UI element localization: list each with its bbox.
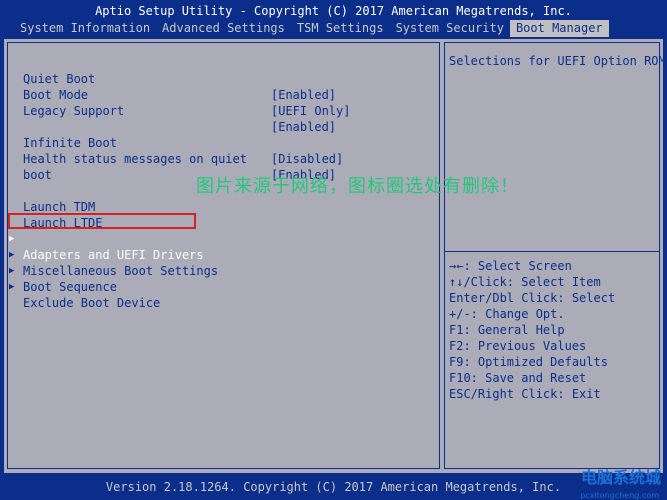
launch-tdm[interactable]: Launch TDM: [8, 183, 95, 214]
setting-label: Health status messages on quiet: [23, 152, 247, 166]
submenu-misc-boot-settings[interactable]: ▶ Miscellaneous Boot Settings: [8, 231, 218, 278]
setting-legacy-support[interactable]: Legacy Support [Enabled]: [8, 87, 336, 134]
window-title: Aptio Setup Utility - Copyright (C) 2017…: [0, 0, 667, 20]
settings-panel: Quiet Boot [Enabled] Boot Mode [UEFI Onl…: [7, 42, 440, 469]
setting-quiet-boot[interactable]: Quiet Boot [Enabled]: [8, 55, 336, 102]
setting-value[interactable]: [UEFI Only]: [271, 103, 350, 119]
watermark-url: pcxitongcheng.com: [580, 491, 659, 500]
setting-label: Legacy Support: [23, 104, 125, 118]
setting-infinite-boot[interactable]: Infinite Boot [Disabled]: [8, 119, 343, 166]
setting-boot-mode[interactable]: Boot Mode [UEFI Only]: [8, 71, 350, 118]
setting-value[interactable]: [Enabled]: [271, 87, 336, 103]
setting-value[interactable]: [Disabled]: [271, 151, 343, 167]
overlay-annotation: 图片来源于网络，图标圈选处有删除！: [196, 176, 519, 197]
highlight-box: [8, 213, 196, 229]
setting-label: boot: [23, 168, 52, 182]
key-hint: ESC/Right Click: Exit: [449, 387, 601, 401]
help-panel: Selections for UEFI Option ROM →←: Selec…: [444, 42, 666, 469]
help-divider: [445, 251, 659, 252]
tab-advanced-settings[interactable]: Advanced Settings: [162, 20, 285, 37]
key-hint: Enter/Dbl Click: Select: [449, 291, 616, 305]
key-hint: F9: Optimized Defaults: [449, 355, 608, 369]
triangle-right-icon: ▶: [9, 282, 15, 292]
tab-boot-manager[interactable]: Boot Manager: [509, 20, 609, 37]
tab-system-information[interactable]: System Information: [20, 20, 150, 37]
tab-tsm-settings[interactable]: TSM Settings: [297, 20, 384, 37]
setting-health-status[interactable]: Health status messages on quiet [Enabled…: [8, 135, 336, 182]
help-description: Selections for UEFI Option ROM: [449, 54, 666, 68]
setting-health-status-cont: boot: [8, 151, 52, 182]
watermark-brand: 电脑系统城: [580, 468, 661, 487]
setting-value[interactable]: [Enabled]: [271, 119, 336, 135]
submenu-label: Miscellaneous Boot Settings: [23, 264, 219, 278]
key-hint: F10: Save and Reset: [449, 371, 587, 385]
key-hint: ↑↓/Click: Select Item: [449, 275, 601, 289]
key-hint: +/-: Change Opt.: [449, 307, 565, 321]
key-hint: F1: General Help: [449, 323, 565, 337]
submenu-exclude-boot-device[interactable]: ▶ Exclude Boot Device: [8, 263, 160, 310]
key-hint: →←: Select Screen: [449, 259, 572, 273]
main-frame: Quiet Boot [Enabled] Boot Mode [UEFI Onl…: [2, 37, 666, 475]
submenu-boot-sequence[interactable]: ▶ Boot Sequence: [8, 247, 117, 294]
tab-bar: System Information Advanced Settings TSM…: [0, 20, 667, 37]
status-bar: Version 2.18.1264. Copyright (C) 2017 Am…: [0, 475, 667, 500]
submenu-label: Exclude Boot Device: [23, 296, 161, 310]
tab-system-security[interactable]: System Security: [396, 20, 504, 37]
key-hint: F2: Previous Values: [449, 339, 587, 353]
